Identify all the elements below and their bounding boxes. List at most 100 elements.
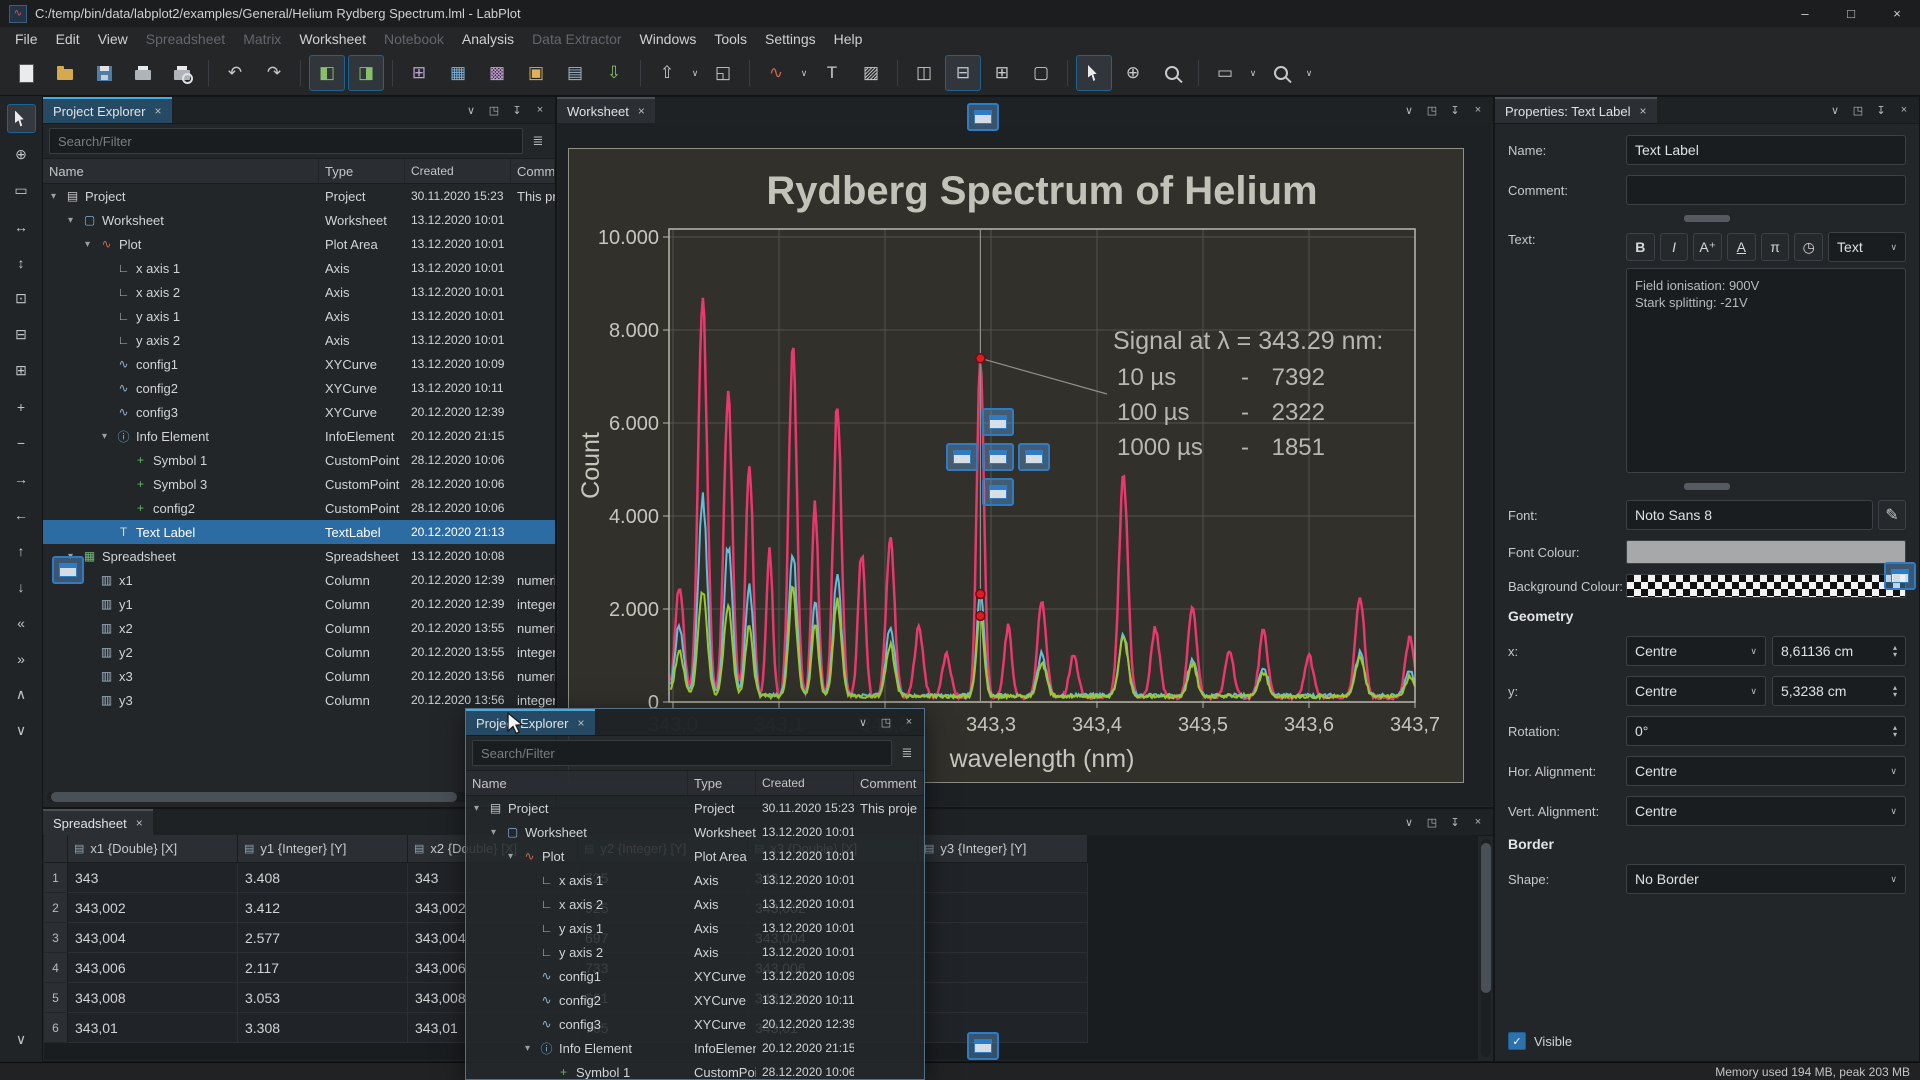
column-header-type[interactable]: Type	[688, 771, 756, 795]
close-icon[interactable]: ×	[154, 104, 161, 118]
open-project-button[interactable]	[47, 55, 83, 91]
menu-analysis[interactable]: Analysis	[453, 29, 523, 49]
select-mode-button[interactable]	[1076, 55, 1112, 91]
dock-menu-icon[interactable]: ∨	[853, 712, 873, 732]
tree-header[interactable]: Name Type Created Comment	[43, 158, 555, 184]
column-header-name[interactable]: Name	[466, 771, 688, 795]
select-region-button[interactable]: ▭	[1207, 55, 1243, 91]
expander-icon[interactable]: ▾	[81, 239, 94, 250]
menu-file[interactable]: File	[6, 29, 47, 49]
column-header-created[interactable]: Created	[405, 159, 511, 183]
bold-button[interactable]: B	[1626, 233, 1655, 261]
zoom-out-y-tool[interactable]: ↓	[7, 572, 36, 601]
tree-row-config2[interactable]: +config2CustomPoint28.12.2020 10:06	[43, 496, 555, 520]
close-icon[interactable]: ×	[1640, 104, 1647, 118]
menu-view[interactable]: View	[89, 29, 137, 49]
new-project-button[interactable]	[8, 55, 44, 91]
table-cell[interactable]: 2.577	[238, 923, 408, 953]
sheet-column-header-5[interactable]: ▤y3 {Integer} [Y]	[918, 835, 1088, 863]
background-colour-swatch[interactable]	[1626, 574, 1906, 598]
auto-scale-y-tool[interactable]: ⊞	[7, 356, 36, 385]
new-matrix-button[interactable]: ▩	[479, 55, 515, 91]
font-colour-swatch[interactable]	[1626, 540, 1906, 564]
dock-menu-icon[interactable]: ∨	[1399, 100, 1419, 120]
column-header-comment[interactable]: Comment	[854, 771, 924, 795]
tab-spreadsheet[interactable]: Spreadsheet ×	[43, 809, 153, 835]
tree-row-text-label[interactable]: TText LabelTextLabel20.12.2020 21:13	[43, 520, 555, 544]
auto-scale-tool[interactable]: ⊡	[7, 284, 36, 313]
tree-row-info-element[interactable]: ▾ⓘInfo ElementInfoElement20.12.2020 21:1…	[43, 424, 555, 448]
row-number[interactable]: 4	[44, 953, 68, 983]
x-position-combo[interactable]: Centre∨	[1626, 636, 1766, 666]
table-cell[interactable]	[918, 863, 1088, 893]
zoom-select-tool[interactable]: ▭	[7, 176, 36, 205]
dock-indicator-center[interactable]	[982, 443, 1014, 471]
visible-checkbox[interactable]: ✓	[1508, 1032, 1526, 1050]
new-worksheet-button[interactable]: ▣	[518, 55, 554, 91]
row-number[interactable]: 6	[44, 1013, 68, 1043]
tab-properties-text-label[interactable]: Properties: Text Label ×	[1495, 97, 1657, 123]
column-header-type[interactable]: Type	[319, 159, 405, 183]
zoom-y-select-tool[interactable]: ↕	[7, 248, 36, 277]
tree-header[interactable]: Name Type Created Comment	[466, 770, 924, 796]
table-cell[interactable]: 343,002	[68, 893, 238, 923]
close-icon[interactable]: ×	[136, 816, 143, 830]
tree-row-y-axis-1[interactable]: ∟y axis 1Axis13.12.2020 10:01	[43, 304, 555, 328]
table-cell[interactable]: 2.117	[238, 953, 408, 983]
expander-icon[interactable]: ▾	[521, 1043, 534, 1054]
tree-row-x-axis-2[interactable]: ∟x axis 2Axis13.12.2020 10:01	[43, 280, 555, 304]
tab-worksheet[interactable]: Worksheet ×	[557, 97, 655, 123]
magnifier-button[interactable]	[1263, 55, 1299, 91]
redo-button[interactable]: ↷	[256, 55, 292, 91]
select-tool[interactable]	[7, 104, 36, 133]
table-cell[interactable]: 3.308	[238, 1013, 408, 1043]
tab-project-explorer-floating[interactable]: Project Explorer ×	[466, 709, 595, 735]
scrollbar-thumb[interactable]	[1481, 843, 1491, 993]
menu-tools[interactable]: Tools	[705, 29, 756, 49]
crosshair-cursor-tool[interactable]: ⊕	[7, 140, 36, 169]
column-header-comment[interactable]: Comment	[511, 159, 555, 183]
shift-left-x-tool[interactable]: «	[7, 608, 36, 637]
import-data-button[interactable]: ⇩	[596, 55, 632, 91]
scrollbar-thumb[interactable]	[51, 792, 457, 802]
tree-row-config3[interactable]: ∿config3XYCurve20.12.2020 12:39	[43, 400, 555, 424]
horizontal-layout-button[interactable]: ⊟	[945, 55, 981, 91]
magnifier-button-dropdown-icon[interactable]: ∨	[1302, 56, 1316, 90]
column-header-created[interactable]: Created	[756, 771, 854, 795]
column-header-name[interactable]: Name	[43, 159, 319, 183]
tree-row-project[interactable]: ▾▤ProjectProject30.11.2020 15:23This pro…	[43, 184, 555, 208]
table-cell[interactable]: 343,004	[68, 923, 238, 953]
filter-options-icon[interactable]: ≣	[527, 130, 549, 152]
zoom-out-x-tool[interactable]: ←	[7, 500, 36, 529]
pin-icon[interactable]: ↧	[1445, 812, 1465, 832]
tree-row-y-axis-2[interactable]: ∟y axis 2Axis13.12.2020 10:01	[466, 940, 924, 964]
toggle-project-explorer-button[interactable]: ◧	[309, 55, 345, 91]
menu-settings[interactable]: Settings	[756, 29, 825, 49]
row-number[interactable]: 5	[44, 983, 68, 1013]
floating-project-explorer[interactable]: Project Explorer × ∨ ◳ × ≣ Name Type Cre…	[465, 708, 925, 1080]
shift-right-x-tool[interactable]: »	[7, 644, 36, 673]
pin-icon[interactable]: ↧	[1445, 100, 1465, 120]
export-button-dropdown-icon[interactable]: ∨	[688, 56, 702, 90]
border-shape-combo[interactable]: No Border∨	[1626, 864, 1906, 894]
search-input[interactable]	[472, 740, 892, 766]
tree-row-y-axis-2[interactable]: ∟y axis 2Axis13.12.2020 10:01	[43, 328, 555, 352]
insert-datetime-button[interactable]: ◷	[1794, 233, 1823, 261]
table-cell[interactable]	[918, 1013, 1088, 1043]
new-workbook-button[interactable]: ⊞	[401, 55, 437, 91]
vert-alignment-combo[interactable]: Centre∨	[1626, 796, 1906, 826]
close-button[interactable]: ×	[1874, 0, 1920, 27]
dock-indicator-bottom[interactable]	[967, 1032, 999, 1060]
tree-row-config3[interactable]: ∿config3XYCurve20.12.2020 12:39	[466, 1012, 924, 1036]
shift-down-y-tool[interactable]: ∨	[7, 716, 36, 745]
y-value-stepper[interactable]: 5,3238 cm▴▾	[1772, 676, 1906, 706]
dock-menu-icon[interactable]: ∨	[461, 100, 481, 120]
dock-indicator-right[interactable]	[1884, 562, 1916, 590]
zoom-mode-button[interactable]	[1154, 55, 1190, 91]
spin-down-icon[interactable]: ▾	[1893, 651, 1897, 658]
tree-row-worksheet[interactable]: ▾▢WorksheetWorksheet13.12.2020 10:01	[466, 820, 924, 844]
tree-row-x3[interactable]: ▥x3Column20.12.2020 13:56numerical	[43, 664, 555, 688]
close-icon[interactable]: ×	[530, 100, 550, 120]
table-cell[interactable]	[918, 983, 1088, 1013]
float-icon[interactable]: ◳	[876, 712, 896, 732]
